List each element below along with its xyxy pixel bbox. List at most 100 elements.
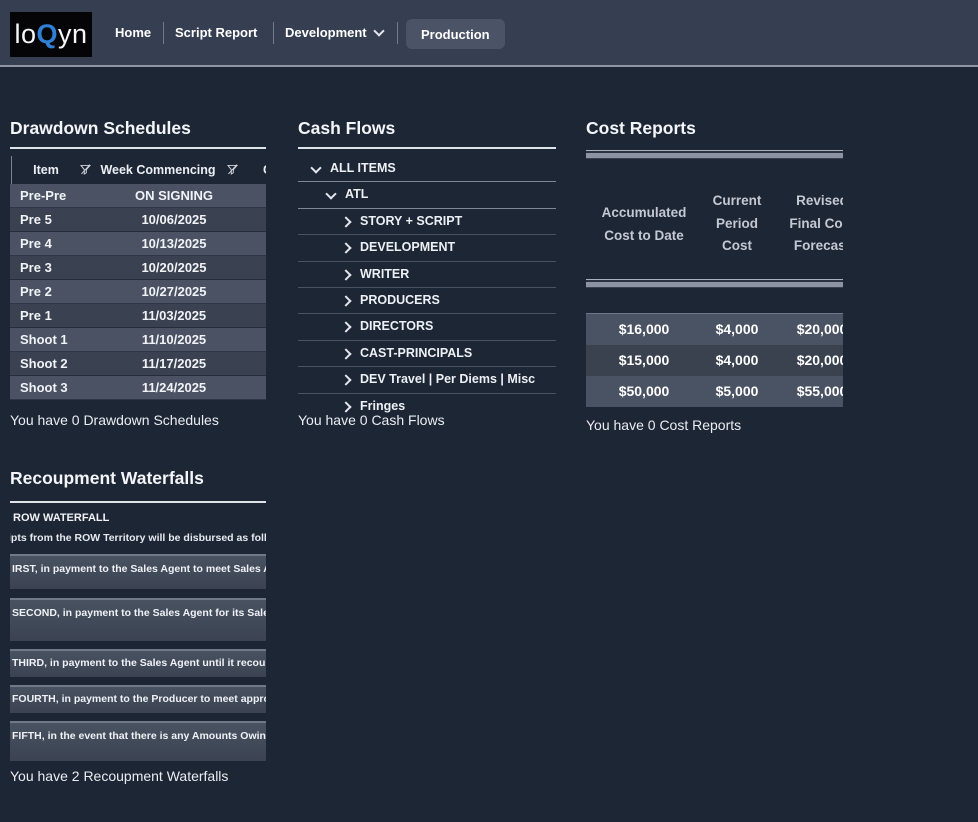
horizontal-scrollbar[interactable] [586, 279, 843, 288]
waterfall-item[interactable]: FOURTH, in payment to the Producer to me… [10, 685, 266, 713]
table-row[interactable]: Shoot 1 11/10/2025 [10, 328, 266, 352]
table-row[interactable]: $16,000 $4,000 $20,000 [586, 314, 843, 345]
recoupment-waterfalls-title: Recoupment Waterfalls [10, 468, 204, 489]
tree-item[interactable]: ALL ITEMS [298, 156, 556, 182]
drawdown-schedules-title: Drawdown Schedules [10, 118, 191, 139]
waterfall-group-subheader: ipts from the ROW Territory will be disb… [10, 532, 266, 544]
tree-item[interactable]: ATL [298, 182, 556, 208]
week-commencing-cell: 11/17/2025 [74, 356, 266, 371]
tree-item-label: Fringes [360, 399, 405, 413]
chevron-down-icon [325, 189, 336, 200]
waterfall-items: IRST, in payment to the Sales Agent to m… [10, 554, 266, 761]
chevron-right-icon [340, 216, 351, 227]
cost-value-cell: $15,000 [619, 352, 670, 368]
tree-item[interactable]: DEVELOPMENT [298, 235, 556, 261]
waterfall-item-text: FOURTH, in payment to the Producer to me… [10, 687, 266, 705]
nav-item-development[interactable]: Development [285, 0, 383, 65]
table-row[interactable]: Pre 2 10/27/2025 [10, 280, 266, 304]
column-header[interactable]: CurrentPeriodCost [713, 190, 762, 258]
tree-item-label: DIRECTORS [360, 319, 433, 333]
chevron-down-icon [310, 162, 321, 173]
grid-left-border [11, 156, 12, 184]
week-commencing-cell: ON SIGNING [74, 188, 266, 203]
column-header-clipped[interactable]: C [263, 163, 266, 177]
waterfall-item[interactable]: IRST, in payment to the Sales Agent to m… [10, 554, 266, 589]
logo-text-post: yn [58, 19, 88, 50]
tree-item[interactable]: DEV Travel | Per Diems | Misc [298, 367, 556, 393]
item-cell: Shoot 1 [20, 332, 68, 347]
waterfall-item[interactable]: SECOND, in payment to the Sales Agent fo… [10, 598, 266, 641]
cost-reports-grid: AccumulatedCost to Date CurrentPeriodCost… [586, 150, 843, 410]
nav-item-production-label: Production [421, 27, 490, 42]
tree-item[interactable]: STORY + SCRIPT [298, 209, 556, 235]
chevron-right-icon [340, 243, 351, 254]
week-commencing-cell: 10/27/2025 [74, 284, 266, 299]
logo-accent: Q [36, 19, 58, 50]
week-commencing-cell: 11/10/2025 [74, 332, 266, 347]
drawdown-footer: You have 0 Drawdown Schedules [10, 412, 219, 428]
column-header-item[interactable]: Item [18, 163, 74, 177]
waterfall-item[interactable]: THIRD, in payment to the Sales Agent unt… [10, 649, 266, 677]
nav-item-script-report[interactable]: Script Report [175, 0, 257, 65]
tree-item-label: STORY + SCRIPT [360, 214, 462, 228]
cost-value-cell: $20,000 [797, 352, 843, 368]
title-underline [10, 501, 266, 503]
chevron-right-icon [340, 401, 351, 412]
tree-item-label: WRITER [360, 267, 409, 281]
top-nav: loQyn Home Script Report Development Pro… [0, 0, 978, 67]
cash-flows-tree: ALL ITEMS ATL STORY + SCRIPT DEVELOPMENT WRI… [298, 156, 556, 419]
tree-item[interactable]: CAST-PRINCIPALS [298, 341, 556, 367]
nav-item-development-label: Development [285, 25, 367, 40]
chevron-right-icon [340, 322, 351, 333]
cost-value-cell: $4,000 [716, 321, 759, 337]
table-row[interactable]: Pre 5 10/06/2025 [10, 208, 266, 232]
recoupment-waterfalls-list: ROW WATERFALL ipts from the ROW Territor… [10, 508, 266, 770]
cost-value-cell: $20,000 [797, 321, 843, 337]
column-header-week-commencing[interactable]: Week Commencing [93, 163, 223, 177]
waterfall-item[interactable]: FIFTH, in the event that there is any Am… [10, 721, 266, 761]
title-underline [10, 147, 266, 149]
table-row[interactable]: Pre 310/20/2025 [10, 256, 266, 280]
table-row[interactable]: $15,000 $4,000 $20,000 [586, 345, 843, 376]
horizontal-scrollbar[interactable] [586, 150, 843, 159]
nav-item-production[interactable]: Production [406, 19, 505, 49]
waterfall-item-text: FIFTH, in the event that there is any Am… [10, 723, 266, 742]
table-row[interactable]: Pre 111/03/2025 [10, 304, 266, 328]
table-row[interactable]: $50,000$5,000$55,000 [586, 376, 843, 407]
app-logo: loQyn [10, 12, 92, 57]
drawdown-grid-header: Item Week Commencing C [10, 156, 266, 184]
cost-value-cell: $55,000 [797, 383, 843, 399]
table-row[interactable]: Shoot 311/24/2025 [10, 376, 266, 400]
nav-item-home[interactable]: Home [115, 0, 151, 65]
drawdown-grid: Item Week Commencing C Pre-Pre ON SIGNING… [10, 156, 266, 402]
item-cell: Pre 5 [20, 212, 52, 227]
cash-flows-footer: You have 0 Cash Flows [298, 412, 445, 428]
app-screen: loQyn Home Script Report Development Pro… [0, 0, 978, 822]
waterfall-item-text: THIRD, in payment to the Sales Agent unt… [10, 651, 266, 669]
tree-item[interactable]: WRITER [298, 262, 556, 288]
column-header[interactable]: AccumulatedCost to Date [602, 202, 687, 247]
tree-item[interactable]: DIRECTORS [298, 314, 556, 340]
tree-item-label: ATL [345, 187, 368, 201]
week-commencing-cell: 10/06/2025 [74, 212, 266, 227]
nav-item-script-report-label: Script Report [175, 25, 257, 40]
column-header[interactable]: RevisedFinal CostForecast [789, 190, 843, 258]
item-cell: Pre 4 [20, 236, 52, 251]
item-cell: Pre 3 [20, 260, 52, 275]
cost-value-cell: $5,000 [716, 383, 759, 399]
cash-flows-title: Cash Flows [298, 118, 395, 139]
nav-item-home-label: Home [115, 25, 151, 40]
table-row[interactable]: Pre-Pre ON SIGNING [10, 184, 266, 208]
waterfall-item-text: IRST, in payment to the Sales Agent to m… [10, 556, 266, 575]
table-row[interactable]: Shoot 211/17/2025 [10, 352, 266, 376]
filter-icon[interactable] [79, 163, 92, 181]
item-cell: Pre-Pre [20, 188, 66, 203]
cost-value-cell: $4,000 [716, 352, 759, 368]
week-commencing-cell: 11/03/2025 [74, 308, 266, 323]
item-cell: Pre 2 [20, 284, 52, 299]
filter-icon[interactable] [226, 163, 239, 181]
nav-separator [163, 22, 164, 44]
cost-value-cell: $16,000 [619, 321, 670, 337]
tree-item[interactable]: PRODUCERS [298, 288, 556, 314]
table-row[interactable]: Pre 410/13/2025 [10, 232, 266, 256]
